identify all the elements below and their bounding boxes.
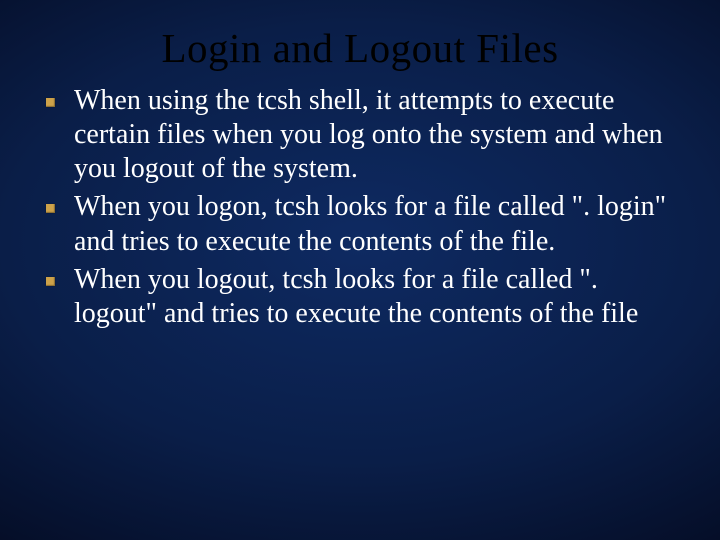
list-item-text: When using the tcsh shell, it attempts t…	[74, 85, 663, 184]
square-bullet-icon	[46, 98, 55, 107]
list-item-text: When you logout, tcsh looks for a file c…	[74, 264, 638, 329]
slide: Login and Logout Files When using the tc…	[0, 0, 720, 540]
slide-title: Login and Logout Files	[38, 24, 682, 72]
bullet-list: When using the tcsh shell, it attempts t…	[38, 84, 682, 331]
list-item: When you logout, tcsh looks for a file c…	[40, 263, 676, 331]
square-bullet-icon	[46, 204, 55, 213]
list-item-text: When you logon, tcsh looks for a file ca…	[74, 191, 666, 256]
list-item: When using the tcsh shell, it attempts t…	[40, 84, 676, 186]
square-bullet-icon	[46, 277, 55, 286]
list-item: When you logon, tcsh looks for a file ca…	[40, 190, 676, 258]
